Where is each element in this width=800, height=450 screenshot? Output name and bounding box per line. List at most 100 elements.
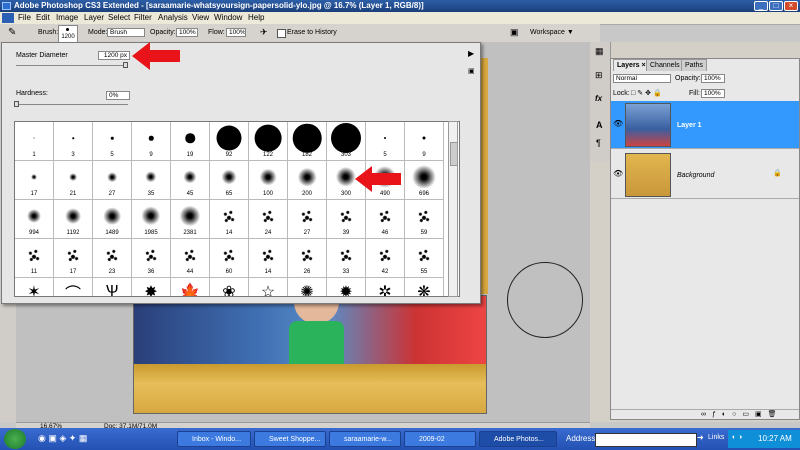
new-preset-icon[interactable]: ▣ — [468, 67, 475, 75]
eye-icon[interactable]: 👁 — [613, 169, 623, 178]
info-icon[interactable]: ⊞ — [595, 70, 603, 81]
lock-icons[interactable]: □✎✥🔒 — [631, 89, 664, 97]
brush-preset-1-3[interactable]: 35 — [132, 161, 171, 200]
brush-preset-4-5[interactable]: ❀ — [210, 278, 249, 296]
brush-preset-3-6[interactable]: 14 — [249, 239, 288, 278]
start-button[interactable] — [4, 429, 26, 449]
brush-preset-1-0[interactable]: 17 — [15, 161, 54, 200]
diameter-slider-track[interactable] — [16, 65, 128, 66]
brush-preset-1-10[interactable]: 696 — [405, 161, 444, 200]
taskbar-item-sweet-shoppe[interactable]: Sweet Shoppe... — [254, 431, 326, 447]
palette-well-icon[interactable]: ▣ — [510, 27, 519, 38]
brush-preset-2-1[interactable]: 1192 — [54, 200, 93, 239]
brush-preset-0-10[interactable]: 9 — [405, 122, 444, 161]
go-arrow-icon[interactable]: ➜ — [697, 433, 704, 442]
brush-preset-3-2[interactable]: 23 — [93, 239, 132, 278]
brush-preset-1-6[interactable]: 100 — [249, 161, 288, 200]
close-button[interactable]: × — [784, 1, 798, 11]
layer-opacity-field[interactable]: 100% — [701, 74, 725, 83]
brush-preset-0-3[interactable]: 9 — [132, 122, 171, 161]
brush-preset-2-8[interactable]: 39 — [327, 200, 366, 239]
layer-row-background[interactable]: 👁 Background 🔒 — [611, 151, 799, 199]
hardness-field[interactable]: 0% — [106, 91, 130, 100]
brush-preset-4-9[interactable]: ✲ — [366, 278, 405, 296]
menu-filter[interactable]: Filter — [134, 12, 152, 24]
brush-preset-4-3[interactable]: ✸ — [132, 278, 171, 296]
brush-preset-0-7[interactable]: 182 — [288, 122, 327, 161]
minimize-button[interactable]: _ — [754, 1, 768, 11]
hardness-slider-track[interactable] — [16, 104, 128, 105]
diameter-slider-thumb[interactable] — [123, 62, 128, 68]
brush-preset-0-5[interactable]: 92 — [210, 122, 249, 161]
tab-paths[interactable]: Paths — [681, 59, 707, 71]
brush-preset-4-2[interactable]: Ѱ — [93, 278, 132, 296]
taskbar-item-2009-02[interactable]: 2009-02 — [404, 431, 476, 447]
layer-action-icons[interactable]: ∞ƒ◐○▭▣🗑 — [701, 410, 782, 418]
brush-preset-3-4[interactable]: 44 — [171, 239, 210, 278]
brush-preset-picker[interactable]: 1200 — [58, 25, 78, 43]
links-label[interactable]: Links — [708, 434, 724, 441]
brush-preset-0-6[interactable]: 122 — [249, 122, 288, 161]
menu-image[interactable]: Image — [56, 12, 78, 24]
brush-preset-1-4[interactable]: 45 — [171, 161, 210, 200]
taskbar-item-saraamarie[interactable]: saraamarie-w... — [329, 431, 401, 447]
brush-preset-4-6[interactable]: ☆ — [249, 278, 288, 296]
paragraph-icon[interactable]: ¶ — [596, 138, 601, 148]
navigator-icon[interactable]: ▦ — [595, 46, 604, 57]
menu-help[interactable]: Help — [248, 12, 264, 24]
brush-preset-0-8[interactable]: 303 — [327, 122, 366, 161]
brush-preset-0-4[interactable]: 19 — [171, 122, 210, 161]
brush-preset-4-1[interactable]: ⌒ — [54, 278, 93, 296]
scrollbar-thumb[interactable] — [450, 142, 458, 166]
flow-field[interactable]: 100% — [226, 28, 246, 37]
eraser-tool-icon[interactable]: ✎ — [8, 27, 16, 38]
master-diameter-field[interactable]: 1200 px — [98, 51, 130, 60]
brush-preset-0-2[interactable]: 5 — [93, 122, 132, 161]
taskbar-item-inbox[interactable]: Inbox - Windo... — [177, 431, 251, 447]
brush-preset-2-6[interactable]: 24 — [249, 200, 288, 239]
menu-window[interactable]: Window — [214, 12, 242, 24]
tab-channels[interactable]: Channels — [646, 59, 684, 71]
tab-layers[interactable]: Layers × — [613, 59, 650, 71]
airbrush-icon[interactable]: ✈ — [260, 27, 268, 38]
brush-preset-1-2[interactable]: 27 — [93, 161, 132, 200]
brush-preset-2-4[interactable]: 2381 — [171, 200, 210, 239]
character-icon[interactable]: A — [596, 120, 603, 130]
fx-styles-icon[interactable]: fx — [595, 94, 602, 103]
brush-preset-3-8[interactable]: 33 — [327, 239, 366, 278]
brush-preset-4-0[interactable]: ✶ — [15, 278, 54, 296]
maximize-button[interactable]: □ — [769, 1, 783, 11]
panel-menu-icon[interactable]: ▶ — [468, 49, 474, 58]
brush-preset-2-10[interactable]: 59 — [405, 200, 444, 239]
mode-select[interactable]: Brush — [107, 28, 145, 37]
menu-edit[interactable]: Edit — [36, 12, 50, 24]
workspace-menu[interactable]: Workspace ▼ — [530, 28, 574, 37]
opacity-field[interactable]: 100% — [176, 28, 198, 37]
brush-grid-scrollbar[interactable] — [448, 121, 458, 297]
brush-preset-3-7[interactable]: 26 — [288, 239, 327, 278]
brush-preset-4-10[interactable]: ❋ — [405, 278, 444, 296]
brush-preset-3-1[interactable]: 17 — [54, 239, 93, 278]
brush-preset-2-0[interactable]: 994 — [15, 200, 54, 239]
menu-select[interactable]: Select — [108, 12, 130, 24]
brush-preset-0-0[interactable]: 1 — [15, 122, 54, 161]
eye-icon[interactable]: 👁 — [613, 119, 623, 128]
erase-history-checkbox[interactable] — [277, 29, 286, 38]
layer-row-layer-1[interactable]: 👁 Layer 1 — [611, 101, 799, 149]
brush-preset-3-9[interactable]: 42 — [366, 239, 405, 278]
brush-preset-3-10[interactable]: 55 — [405, 239, 444, 278]
brush-preset-1-1[interactable]: 21 — [54, 161, 93, 200]
brush-preset-0-1[interactable]: 3 — [54, 122, 93, 161]
brush-preset-1-7[interactable]: 200 — [288, 161, 327, 200]
brush-preset-3-0[interactable]: 11 — [15, 239, 54, 278]
brush-preset-4-8[interactable]: ✹ — [327, 278, 366, 296]
brush-preset-0-9[interactable]: 5 — [366, 122, 405, 161]
menu-file[interactable]: File — [18, 12, 31, 24]
hardness-slider-thumb[interactable] — [14, 101, 19, 107]
brush-preset-3-5[interactable]: 60 — [210, 239, 249, 278]
fill-field[interactable]: 100% — [701, 89, 725, 98]
menu-layer[interactable]: Layer — [84, 12, 104, 24]
brush-preset-2-3[interactable]: 1985 — [132, 200, 171, 239]
menu-analysis[interactable]: Analysis — [158, 12, 188, 24]
brush-preset-2-7[interactable]: 27 — [288, 200, 327, 239]
